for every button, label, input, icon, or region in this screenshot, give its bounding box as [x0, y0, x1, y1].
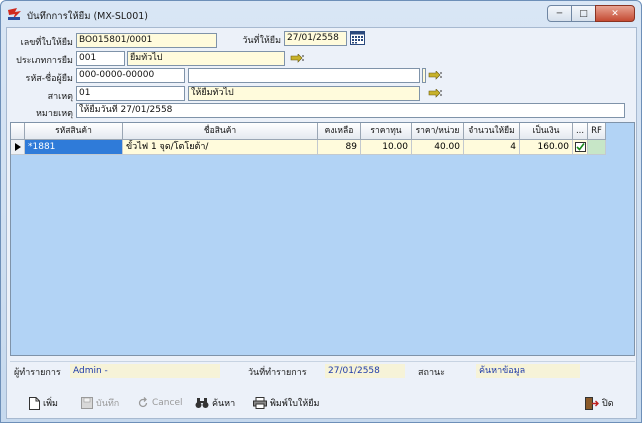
add-button[interactable]: เพิ่ม [29, 394, 58, 412]
operator-value: Admin - [70, 364, 220, 378]
reason-label: สาเหตุ [47, 92, 73, 102]
print-button[interactable]: พิมพ์ใบให้ยืม [253, 394, 319, 412]
undo-icon [138, 397, 148, 408]
reason-code-field[interactable]: 01 [76, 86, 185, 101]
col-unit-price[interactable]: ราคา/หน่วย [412, 123, 464, 140]
maximize-button[interactable]: □ [571, 5, 596, 22]
window-title: บันทึกการให้ยืม (MX-SL001) [27, 11, 149, 22]
form-client-area: เลขที่ใบให้ยืม BO015801/0001 วันที่ให้ยื… [6, 27, 637, 419]
date-field[interactable]: 27/01/2558 [284, 31, 347, 46]
lookup-borrower-icon[interactable] [428, 71, 442, 82]
new-document-icon [29, 396, 40, 410]
col-balance[interactable]: คงเหลือ [318, 123, 361, 140]
binoculars-icon [195, 398, 209, 408]
exit-label: ปิด [602, 399, 614, 409]
calendar-icon[interactable] [350, 31, 365, 45]
items-grid[interactable]: รหัสสินค้า ชื่อสินค้า คงเหลือ ราคาทุน รา… [10, 122, 635, 356]
col-cost[interactable]: ราคาทุน [361, 123, 412, 140]
cell-unit-price[interactable]: 40.00 [412, 140, 464, 155]
app-logo-icon [8, 8, 21, 20]
grid-header: รหัสสินค้า ชื่อสินค้า คงเหลือ ราคาทุน รา… [11, 123, 634, 140]
print-label: พิมพ์ใบให้ยืม [270, 399, 320, 409]
save-button[interactable]: บันทึก [81, 394, 119, 412]
doc-no-label: เลขที่ใบให้ยืม [20, 38, 73, 48]
note-field[interactable]: ให้ยืมวันที่ 27/01/2558 [76, 103, 625, 118]
table-row[interactable]: *1881 ขั้วไฟ 1 จุด/โตโยต้า/ 89 10.00 40.… [11, 140, 606, 155]
lookup-borrow-type-icon[interactable] [290, 54, 304, 65]
txn-date-label: วันที่ทำรายการ [248, 368, 307, 378]
save-label: บันทึก [96, 399, 120, 409]
state-label: สถานะ [418, 368, 445, 378]
exit-button[interactable]: ปิด [585, 394, 614, 412]
col-item-code[interactable]: รหัสสินค้า [25, 123, 123, 140]
save-icon [81, 397, 93, 409]
minimize-button[interactable]: ─ [547, 5, 572, 22]
cancel-button[interactable]: Cancel [137, 394, 183, 412]
cell-cost[interactable]: 10.00 [361, 140, 412, 155]
state-value: ค้นหาข้อมูล [476, 364, 580, 378]
doc-no-field[interactable]: BO015801/0001 [76, 33, 217, 48]
check-icon[interactable] [573, 140, 588, 155]
col-item-name[interactable]: ชื่อสินค้า [123, 123, 318, 140]
col-qty[interactable]: จำนวนให้ยืม [464, 123, 520, 140]
row-indicator-header [11, 123, 25, 140]
cell-qty[interactable]: 4 [464, 140, 520, 155]
close-button[interactable]: ✕ [595, 5, 635, 22]
window-controls: ─ □ ✕ [547, 5, 635, 22]
cell-rf[interactable] [588, 140, 606, 155]
borrower-extra-field [422, 68, 426, 83]
search-label: ค้นหา [212, 399, 236, 409]
col-ellipsis[interactable]: ... [573, 123, 588, 140]
title-bar[interactable]: บันทึกการให้ยืม (MX-SL001) ─ □ ✕ [1, 1, 641, 27]
cell-item-name[interactable]: ขั้วไฟ 1 จุด/โตโยต้า/ [123, 140, 318, 155]
cell-amount[interactable]: 160.00 [520, 140, 573, 155]
txn-date-value: 27/01/2558 [325, 364, 405, 378]
bottom-toolbar: เพิ่ม บันทึก Cancel ค้นหา พิมพ์ใบให้ยืม … [7, 388, 636, 418]
borrower-label: รหัส-ชื่อผู้ยืม [25, 74, 73, 84]
lookup-reason-icon[interactable] [428, 89, 442, 100]
borrow-type-code-field[interactable]: 001 [76, 51, 125, 66]
operator-label: ผู้ทำรายการ [14, 368, 61, 378]
exit-door-icon [585, 396, 599, 410]
status-bar: ผู้ทำรายการ Admin - วันที่ทำรายการ 27/01… [10, 361, 635, 378]
col-rf[interactable]: RF [588, 123, 606, 140]
borrower-name-field[interactable] [188, 68, 420, 83]
cancel-label: Cancel [152, 398, 183, 408]
app-window: บันทึกการให้ยืม (MX-SL001) ─ □ ✕ เลขที่ใ… [0, 0, 642, 423]
date-label: วันที่ให้ยืม [242, 36, 281, 46]
col-amount[interactable]: เป็นเงิน [520, 123, 573, 140]
cell-balance[interactable]: 89 [318, 140, 361, 155]
reason-name-field[interactable]: ให้ยืมทั่วไป [188, 86, 420, 101]
borrow-type-label: ประเภทการยืม [16, 56, 73, 66]
borrow-type-name-field[interactable]: ยืมทั่วไป [127, 51, 285, 66]
add-label: เพิ่ม [43, 399, 58, 409]
printer-icon [253, 397, 267, 409]
row-pointer-icon [11, 140, 25, 155]
borrower-code-field[interactable]: 000-0000-00000 [76, 68, 185, 83]
cell-item-code[interactable]: *1881 [25, 140, 123, 155]
search-button[interactable]: ค้นหา [195, 394, 235, 412]
note-label: หมายเหตุ [35, 109, 73, 119]
